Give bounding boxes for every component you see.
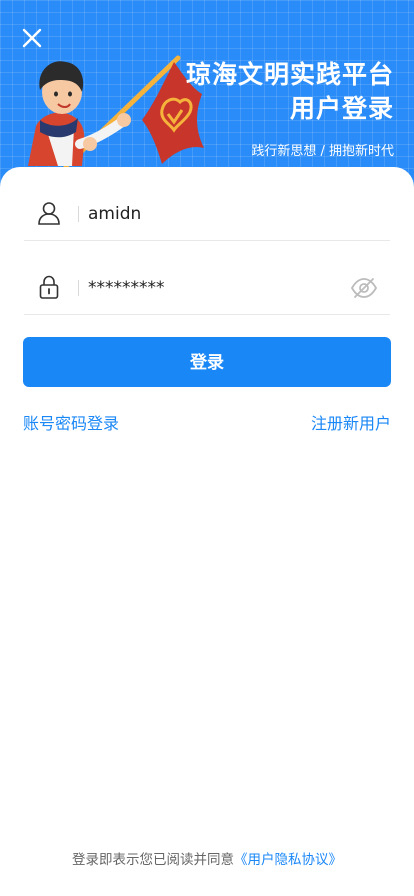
page-title: 琼海文明实践平台 用户登录 (186, 58, 394, 126)
field-divider (78, 206, 79, 222)
password-input[interactable]: ********* (88, 262, 348, 314)
account-password-login-link[interactable]: 账号密码登录 (23, 410, 119, 434)
slogan: 践行新思想 / 拥抱新时代 (251, 144, 394, 159)
user-icon (38, 202, 60, 225)
eye-hidden-icon[interactable] (350, 276, 378, 300)
title-line-app: 琼海文明实践平台 (185, 60, 394, 89)
agreement-text: 登录即表示您已阅读并同意 (72, 852, 234, 868)
username-field[interactable]: amidn (24, 188, 390, 241)
username-input[interactable]: amidn (88, 188, 348, 240)
lock-icon (39, 275, 59, 299)
password-field[interactable]: ********* (24, 262, 390, 315)
login-button[interactable]: 登录 (23, 337, 391, 387)
field-divider (78, 280, 79, 296)
title-line-login: 用户登录 (289, 94, 394, 123)
register-link[interactable]: 注册新用户 (311, 410, 391, 434)
privacy-policy-link[interactable]: 《用户隐私协议》 (234, 852, 342, 868)
agreement-notice: 登录即表示您已阅读并同意《用户隐私协议》 (0, 848, 414, 868)
